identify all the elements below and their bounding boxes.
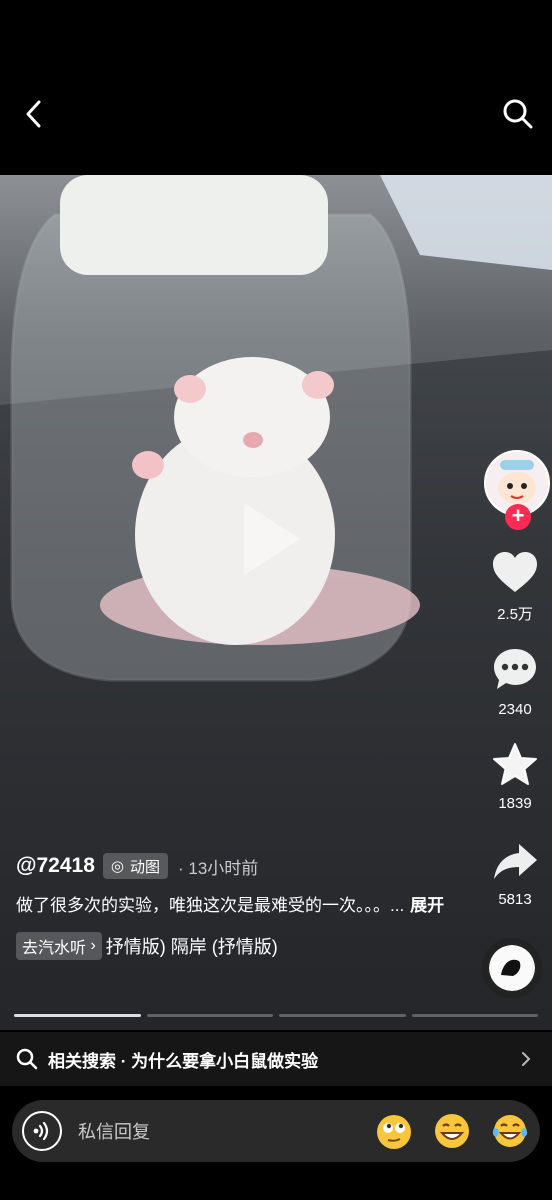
play-icon (244, 503, 300, 575)
search-button[interactable] (498, 94, 538, 134)
search-icon (503, 99, 533, 129)
favorite-button[interactable]: 1839 (482, 742, 548, 812)
progress-segment (146, 1014, 273, 1017)
like-count: 2.5万 (497, 606, 533, 623)
comment-icon (494, 649, 536, 689)
tears-of-joy-emoji-icon[interactable] (490, 1111, 530, 1151)
related-search-bar[interactable]: 相关搜索 · 为什么要拿小白鼠做实验 (0, 1032, 552, 1086)
music-title[interactable]: 抒情版) 隔岸 (抒情版) (106, 933, 278, 959)
heart-icon (493, 552, 537, 592)
comment-count: 2340 (498, 701, 532, 718)
top-bar (0, 0, 552, 175)
tag-label: 动图 (129, 858, 160, 876)
voice-button[interactable] (22, 1111, 62, 1151)
back-button[interactable] (14, 94, 54, 134)
favorite-count: 1839 (498, 795, 532, 812)
post-time: · 13小时前 (177, 858, 259, 878)
progress-segment (411, 1014, 538, 1017)
eye-roll-emoji-icon[interactable] (374, 1111, 414, 1151)
progress-segment (279, 1014, 406, 1017)
search-icon (16, 1048, 38, 1070)
description-text: 做了很多次的实验，唯独这次是最难受的一次。。。... (16, 896, 405, 915)
author-row: @72418 ◎ 动图 · 13小时前 (16, 848, 456, 884)
play-button[interactable] (236, 497, 306, 581)
share-icon (494, 844, 537, 879)
follow-button[interactable]: + (505, 504, 531, 530)
like-button[interactable]: 2.5万 (482, 550, 548, 624)
music-row: 去汽水听 › 抒情版) 隔岸 (抒情版) (16, 931, 456, 961)
back-icon (26, 100, 41, 128)
post-time-label: 13小时前 (188, 858, 259, 878)
author-avatar-button[interactable]: + (484, 450, 550, 530)
playback-progress[interactable] (14, 1014, 538, 1018)
post-info: @72418 ◎ 动图 · 13小时前 做了很多次的实验，唯独这次是最难受的一次… (16, 848, 456, 961)
star-icon (493, 743, 537, 785)
reply-input[interactable]: 私信回复 (78, 1118, 356, 1144)
chevron-right-icon (522, 1052, 531, 1066)
music-disc[interactable] (482, 938, 542, 998)
related-search-text: 相关搜索 · 为什么要拿小白鼠做实验 (48, 1051, 319, 1071)
voice-icon (33, 1121, 49, 1141)
share-count: 5813 (498, 891, 532, 908)
listen-label: 去汽水听 (22, 940, 87, 957)
progress-segment (14, 1014, 141, 1017)
animation-icon: ◎ (110, 858, 124, 875)
animated-image-tag: ◎ 动图 (102, 853, 168, 879)
reply-bar: 私信回复 (12, 1100, 540, 1162)
expand-button[interactable]: 展开 (410, 896, 444, 915)
comment-button[interactable]: 2340 (482, 646, 548, 718)
share-button[interactable]: 5813 (482, 842, 548, 908)
grin-emoji-icon[interactable] (432, 1111, 472, 1151)
author-name[interactable]: @72418 (16, 854, 95, 878)
listen-in-qishui-button[interactable]: 去汽水听 › (16, 932, 102, 960)
post-description: 做了很多次的实验，唯独这次是最难受的一次。。。... 展开 (16, 892, 456, 919)
